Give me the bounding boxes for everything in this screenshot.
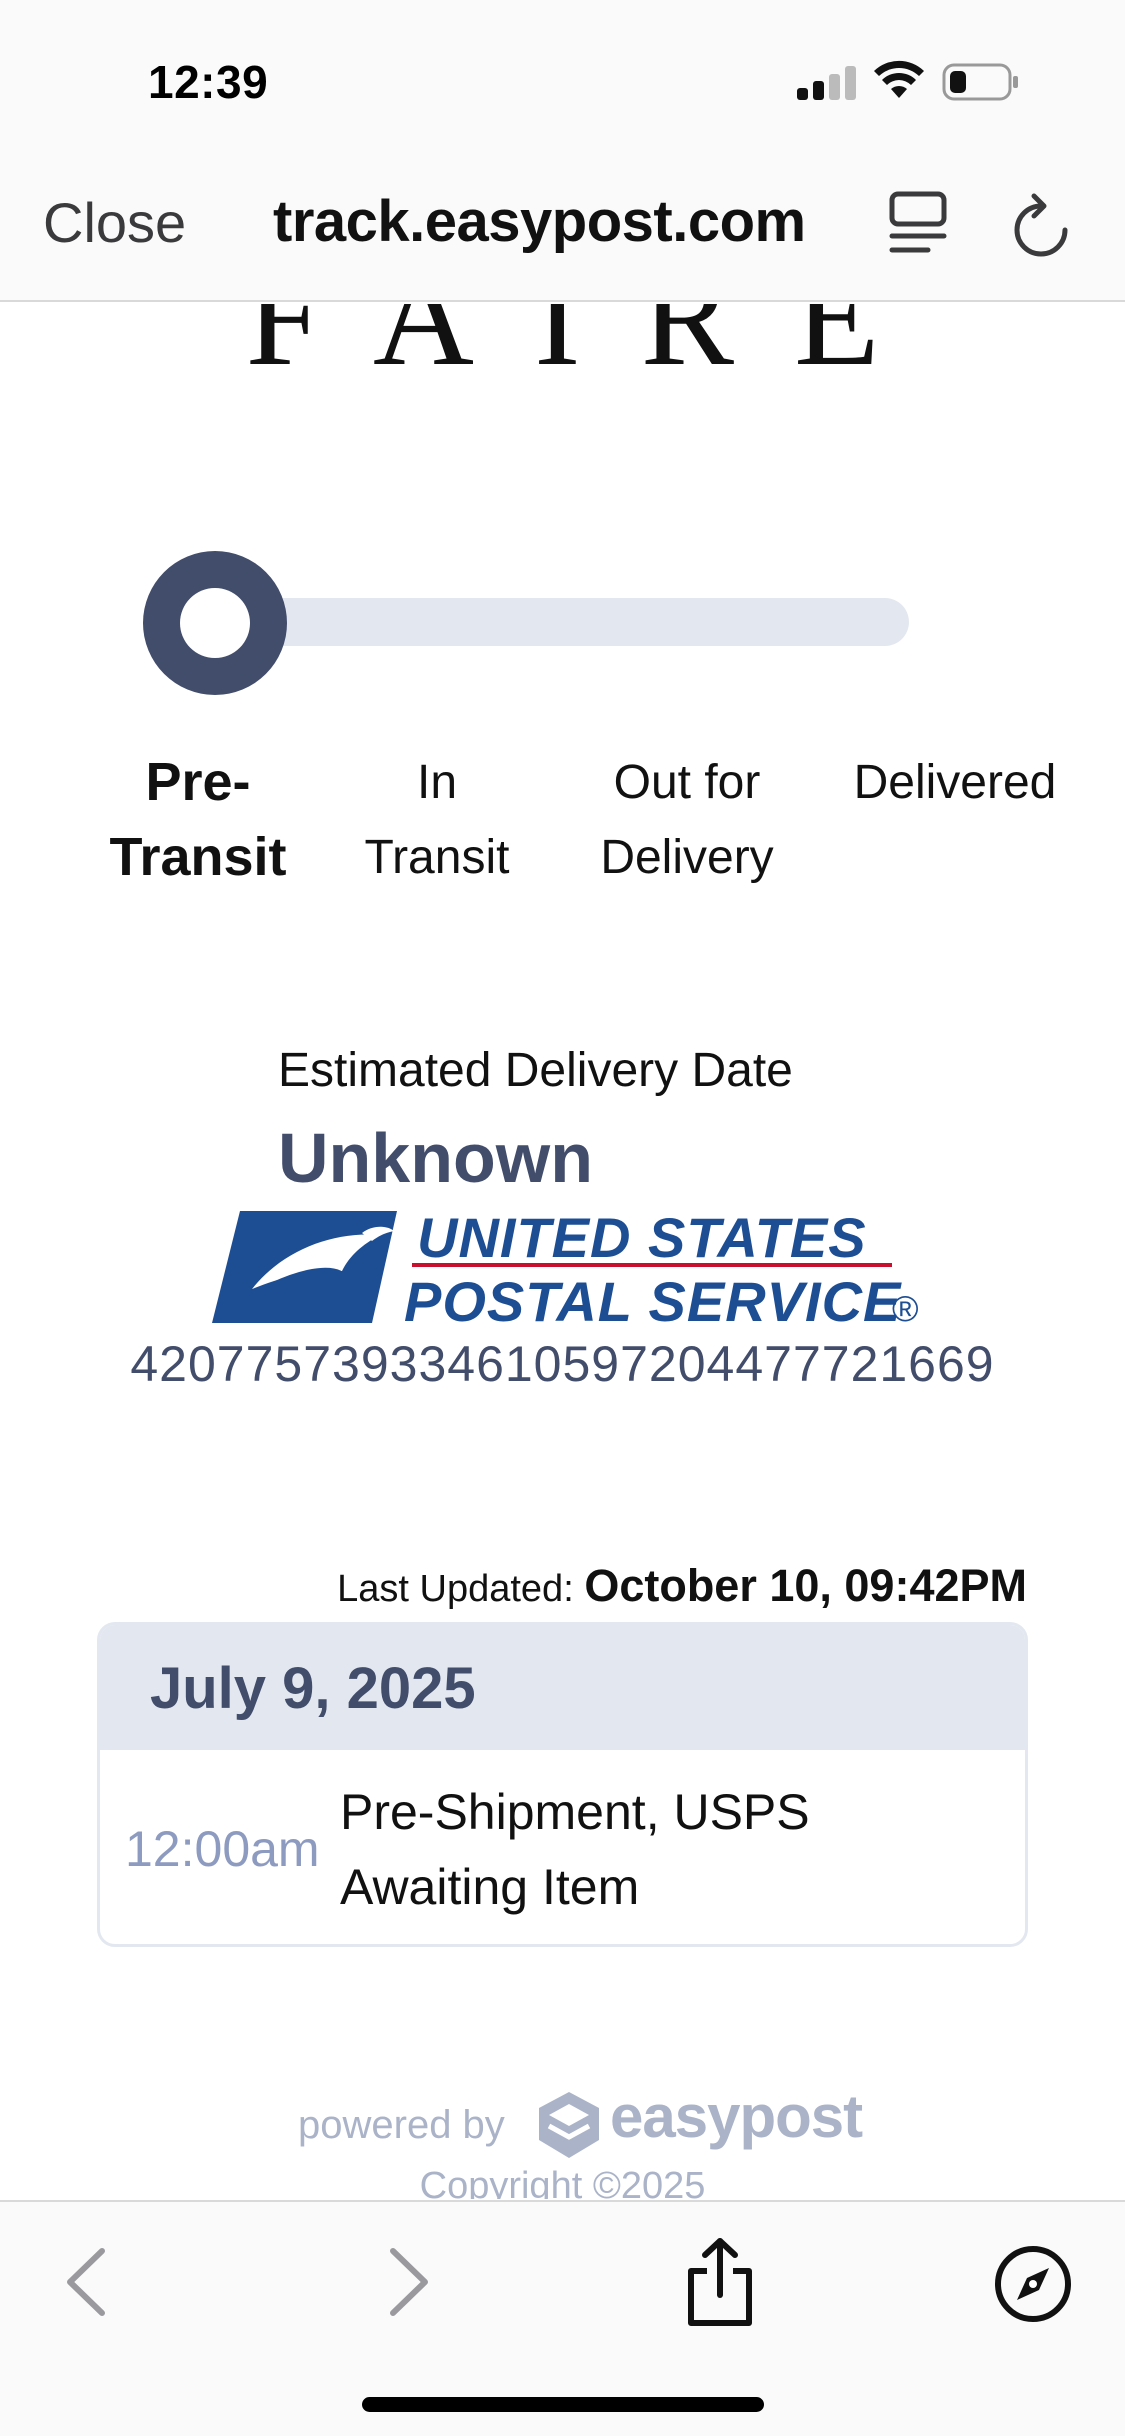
easypost-logo-text: easypost [610, 2083, 863, 2150]
step-out-for-delivery: Out for Delivery [577, 745, 797, 895]
easypost-logo-icon [539, 2092, 599, 2158]
step-label-line1: Out for [613, 756, 761, 809]
event-description-line2: Awaiting Item [340, 1859, 640, 1915]
step-pre-transit: Pre- Transit [88, 745, 308, 895]
step-label-line2: Transit [364, 831, 510, 884]
step-in-transit: In Transit [337, 745, 537, 895]
status-bar: 12:39 [0, 0, 1125, 150]
progress-indicator [143, 551, 287, 695]
reader-mode-icon[interactable] [888, 190, 948, 256]
estimated-delivery-value: Unknown [278, 1119, 593, 1197]
usps-eagle-icon [212, 1211, 397, 1323]
last-updated-value: October 10, 09:42PM [584, 1560, 1027, 1611]
compass-icon[interactable] [993, 2244, 1073, 2324]
powered-by-label: powered by [298, 2103, 505, 2147]
wifi-icon [874, 60, 924, 98]
cellular-signal-icon [797, 66, 857, 100]
event-description: Pre-Shipment, USPS Awaiting Item [340, 1775, 940, 1925]
usps-rule [412, 1263, 892, 1267]
event-description-line1: Pre-Shipment, USPS [340, 1784, 810, 1840]
forward-icon[interactable] [385, 2247, 433, 2317]
step-label-line1: In [416, 756, 458, 809]
tracking-number: 420775739334610597204477721669 [130, 1336, 995, 1392]
url-display[interactable]: track.easypost.com [273, 188, 806, 255]
event-date: July 9, 2025 [150, 1656, 476, 1721]
share-icon[interactable] [685, 2237, 755, 2327]
tracking-event-card: July 9, 2025 12:00am Pre-Shipment, USPS … [97, 1622, 1028, 1947]
step-label-line2: Transit [109, 827, 287, 887]
event-time: 12:00am [125, 1821, 320, 1877]
step-label-line2: Delivery [600, 831, 774, 884]
brand-logo: FAIRE [245, 304, 940, 395]
step-delivered: Delivered [835, 745, 1075, 820]
step-label-line1: Pre- [145, 752, 251, 812]
registered-mark: ® [892, 1288, 919, 1329]
battery-icon [942, 63, 1018, 101]
brand-logo-area: FAIRE [0, 304, 1125, 424]
last-updated-label: Last Updated: [337, 1568, 574, 1610]
home-indicator [362, 2397, 764, 2412]
step-label-line1: Delivered [853, 756, 1057, 809]
browser-header: Close track.easypost.com [0, 150, 1125, 302]
estimated-delivery-label: Estimated Delivery Date [278, 1044, 793, 1097]
copyright: Copyright ©2025 [419, 2165, 706, 2199]
status-time: 12:39 [148, 56, 269, 108]
carrier-logo: UNITED STATES POSTAL SERVICE ® [212, 1205, 922, 1335]
back-icon[interactable] [62, 2247, 110, 2317]
reload-icon[interactable] [1010, 192, 1072, 260]
usps-name-line1: UNITED STATES [417, 1206, 867, 1269]
usps-name-line2: POSTAL SERVICE [404, 1270, 902, 1333]
progress-track [220, 598, 909, 646]
close-button[interactable]: Close [43, 190, 186, 255]
last-updated: Last Updated: October 10, 09:42PM [337, 1560, 1027, 1612]
